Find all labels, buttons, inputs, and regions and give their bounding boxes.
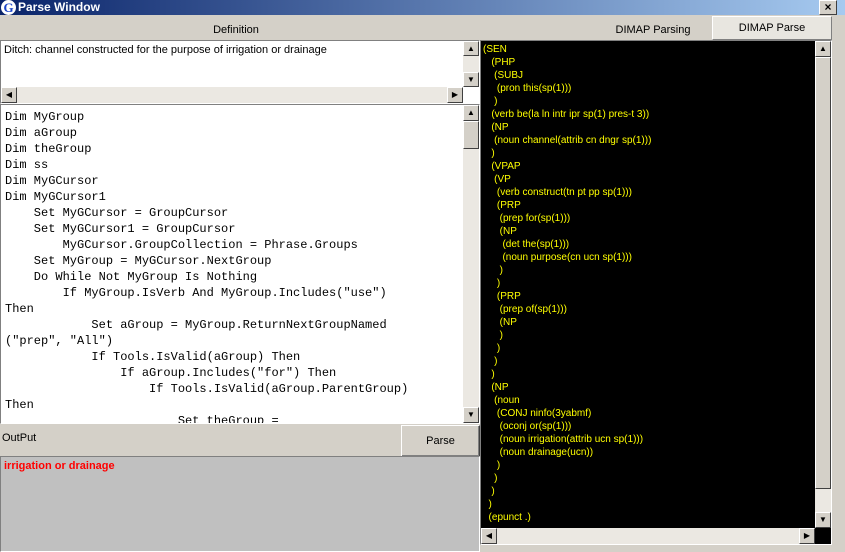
scroll-right-icon[interactable]: ▶ <box>447 87 463 103</box>
close-button[interactable]: × <box>819 0 837 15</box>
code-line: Dim MyGCursor <box>5 174 99 188</box>
parse-line: (noun drainage(ucn)) <box>483 447 594 458</box>
scroll-right-icon[interactable]: ▶ <box>799 528 815 544</box>
scroll-up-icon[interactable]: ▲ <box>815 41 831 57</box>
parse-line: (NP <box>483 122 509 133</box>
parse-line: ) <box>483 486 495 497</box>
code-scroll-thumb[interactable] <box>463 121 479 149</box>
scroll-down-icon[interactable]: ▼ <box>463 72 479 87</box>
code-line: If Tools.IsValid(aGroup) Then <box>5 350 301 364</box>
parse-line: (noun irrigation(attrib ucn sp(1))) <box>483 434 644 445</box>
parse-line: (SUBJ <box>483 70 524 81</box>
parse-line: (oconj or(sp(1))) <box>483 421 572 432</box>
scroll-up-icon[interactable]: ▲ <box>463 41 479 56</box>
code-line: Then <box>5 302 34 316</box>
code-line: Do While Not MyGroup Is Nothing <box>5 270 258 284</box>
window-title: Parse Window <box>18 0 100 14</box>
parse-hscroll[interactable] <box>481 528 815 544</box>
scroll-left-icon[interactable]: ◀ <box>481 528 497 544</box>
parse-line: (det the(sp(1))) <box>483 239 570 250</box>
parse-line: (verb construct(tn pt pp sp(1))) <box>483 187 632 198</box>
parse-line: ) <box>483 96 498 107</box>
definition-text: Ditch: channel constructed for the purpo… <box>4 44 327 56</box>
parse-line: (noun <box>483 395 520 406</box>
parse-line: ) <box>483 460 501 471</box>
parse-line: ) <box>483 343 501 354</box>
scroll-up-icon[interactable]: ▲ <box>463 105 479 121</box>
parse-line: (VP <box>483 174 511 185</box>
parse-tree-lines: (SEN (PHP (SUBJ (pron this(sp(1))) ) (ve… <box>483 43 813 524</box>
code-editor[interactable]: Dim MyGroup Dim aGroup Dim theGroup Dim … <box>0 104 480 424</box>
parse-line: (PHP <box>483 57 516 68</box>
parse-line: (PRP <box>483 200 521 211</box>
code-line: Then <box>5 398 34 412</box>
code-line: Set MyGCursor1 = GroupCursor <box>5 222 236 236</box>
output-text: irrigation or drainage <box>4 460 115 472</box>
parse-line: (prep of(sp(1))) <box>483 304 567 315</box>
app-icon: G <box>1 0 16 15</box>
parse-line: (VPAP <box>483 161 521 172</box>
code-line: Dim MyGCursor1 <box>5 190 106 204</box>
code-line: Dim theGroup <box>5 142 92 156</box>
code-line: MyGCursor.GroupCollection = Phrase.Group… <box>5 238 358 252</box>
parse-line: (PRP <box>483 291 521 302</box>
dimap-parsing-header: DIMAP Parsing <box>615 24 691 36</box>
parse-line: ) <box>483 278 501 289</box>
code-line: Dim aGroup <box>5 126 78 140</box>
parse-line: (pron this(sp(1))) <box>483 83 572 94</box>
parse-line: (NP <box>483 226 517 237</box>
parse-line: (verb be(la ln intr ipr sp(1) pres-t 3)) <box>483 109 650 120</box>
scroll-down-icon[interactable]: ▼ <box>463 407 479 423</box>
code-line: If Tools.IsValid(aGroup.ParentGroup) <box>5 382 409 396</box>
parse-line: (epunct .) <box>483 512 531 523</box>
output-label: OutPut <box>2 432 37 444</box>
parse-line: ) <box>483 265 503 276</box>
parse-line: ) <box>483 499 492 510</box>
parse-line: ) <box>483 473 498 484</box>
parse-line: (NP <box>483 317 517 328</box>
code-line: Set theGroup = <box>5 414 279 424</box>
code-vscroll[interactable] <box>463 105 479 423</box>
parse-line: (NP <box>483 382 509 393</box>
code-line: Set MyGroup = MyGCursor.NextGroup <box>5 254 272 268</box>
definition-hscroll[interactable] <box>1 87 463 103</box>
parse-line: (SEN <box>483 44 507 55</box>
output-textbox[interactable]: irrigation or drainage <box>0 456 480 552</box>
parse-line: ) <box>483 356 498 367</box>
parse-scroll-thumb[interactable] <box>815 57 831 489</box>
code-line: If aGroup.Includes("for") Then <box>5 366 337 380</box>
parse-tree-panel[interactable]: (SEN (PHP (SUBJ (pron this(sp(1))) ) (ve… <box>480 40 832 545</box>
scroll-down-icon[interactable]: ▼ <box>815 512 831 528</box>
parse-line: ) <box>483 330 503 341</box>
code-lines: Dim MyGroup Dim aGroup Dim theGroup Dim … <box>5 109 461 424</box>
parse-button[interactable]: Parse <box>401 425 480 457</box>
parse-line: (prep for(sp(1))) <box>483 213 571 224</box>
code-line: Dim MyGroup <box>5 110 85 124</box>
scroll-left-icon[interactable]: ◀ <box>1 87 17 103</box>
parse-line: (CONJ ninfo(3yabmf) <box>483 408 592 419</box>
parse-line: ) <box>483 369 495 380</box>
code-line: Set aGroup = MyGroup.ReturnNextGroupName… <box>5 318 387 332</box>
code-line: Set MyGCursor = GroupCursor <box>5 206 229 220</box>
title-bar <box>0 0 845 15</box>
parse-line: (noun channel(attrib cn dngr sp(1))) <box>483 135 652 146</box>
definition-header: Definition <box>213 24 259 36</box>
code-line: Dim ss <box>5 158 49 172</box>
parse-line: ) <box>483 148 495 159</box>
code-line: ("prep", "All") <box>5 334 114 348</box>
code-line: If MyGroup.IsVerb And MyGroup.Includes("… <box>5 286 387 300</box>
tab-dimap-parse[interactable]: DIMAP Parse <box>712 16 832 40</box>
parse-line: (noun purpose(cn ucn sp(1))) <box>483 252 632 263</box>
definition-textbox[interactable]: Ditch: channel constructed for the purpo… <box>0 40 480 104</box>
